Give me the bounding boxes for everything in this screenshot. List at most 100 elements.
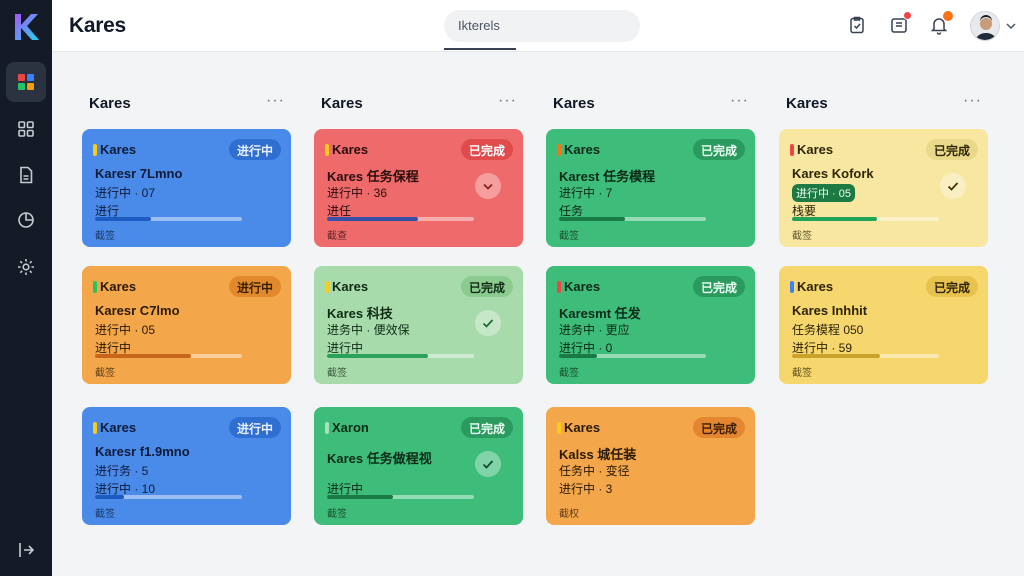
card-footer: 截签 bbox=[95, 368, 115, 379]
card-marker bbox=[325, 280, 329, 293]
nav-settings[interactable] bbox=[6, 247, 46, 287]
card-title: Kares bbox=[564, 279, 601, 294]
task-card[interactable]: Kares 已完成 Kares 科技 进务中 · 便效保 进行中 截签 bbox=[314, 266, 523, 384]
search-input[interactable]: Ikterels bbox=[444, 10, 640, 42]
app-logo-icon[interactable] bbox=[12, 12, 40, 42]
complete-check-button[interactable] bbox=[475, 451, 501, 477]
status-badge: 已完成 bbox=[925, 139, 978, 160]
nav-reports[interactable] bbox=[6, 200, 46, 240]
nav-dashboard[interactable] bbox=[6, 62, 46, 102]
card-meta: 进务中 · 更应 bbox=[559, 323, 630, 337]
progress-fill bbox=[95, 354, 191, 358]
card-footer: 截签 bbox=[95, 509, 115, 520]
card-meta: 进行中 · 05 bbox=[95, 323, 156, 337]
document-icon bbox=[20, 166, 33, 184]
progress-fill bbox=[559, 354, 598, 358]
card-marker bbox=[790, 280, 794, 293]
task-card[interactable]: Kares 进行中 Karesr 7Lmno 进行中 · 07 进行 截签 bbox=[82, 129, 291, 247]
card-marker bbox=[93, 143, 97, 156]
complete-check-button[interactable] bbox=[475, 173, 501, 199]
progress-fill bbox=[327, 217, 419, 221]
notifications-button[interactable] bbox=[926, 10, 954, 38]
task-card[interactable]: Kares 已完成 Kares Kofork 进行中 · 05 栈要 截签 bbox=[779, 129, 988, 247]
card-heading: Karesr f1.9mno bbox=[95, 444, 190, 459]
card-marker bbox=[325, 421, 329, 434]
progress-bar bbox=[559, 217, 706, 221]
inbox-button[interactable] bbox=[886, 11, 912, 38]
card-marker bbox=[93, 421, 97, 434]
task-card[interactable]: Kares 已完成 Kalss 城任装 任务中 · 变径 进行中 · 3 截权 bbox=[546, 407, 755, 525]
notification-badge bbox=[942, 10, 954, 22]
card-title: Kares bbox=[332, 279, 369, 294]
task-card[interactable]: Kares 已完成 Karest 任务模程 进行中 · 7 任务 截签 bbox=[546, 129, 755, 247]
sidebar bbox=[0, 0, 52, 576]
card-title: Kares bbox=[332, 142, 369, 157]
task-card[interactable]: Kares 进行中 Karesr f1.9mno 进行务 · 5 进行中 · 1… bbox=[82, 407, 291, 525]
card-meta: 进行中 · 07 bbox=[95, 186, 156, 200]
progress-fill bbox=[95, 217, 151, 221]
card-footer: 截签 bbox=[95, 231, 115, 242]
progress-fill bbox=[792, 354, 881, 358]
status-badge: 已完成 bbox=[692, 276, 745, 297]
progress-fill bbox=[95, 495, 125, 499]
task-card[interactable]: Kares 进行中 Karesr C7lmo 进行中 · 05 进行中 截签 bbox=[82, 266, 291, 384]
column-title: Kares bbox=[786, 95, 828, 112]
checkmark-icon bbox=[947, 182, 959, 191]
progress-bar bbox=[792, 354, 939, 358]
progress-bar bbox=[95, 354, 242, 358]
status-badge: 进行中 bbox=[228, 417, 281, 438]
task-card[interactable]: Kares 已完成 Kares Inhhit 任务模程 050 进行中 · 59… bbox=[779, 266, 988, 384]
status-badge: 已完成 bbox=[460, 139, 513, 160]
column-more-button[interactable]: ··· bbox=[266, 92, 285, 110]
status-pill: 进行中 · 05 bbox=[792, 184, 856, 202]
card-title: Kares bbox=[100, 420, 137, 435]
column-more-button[interactable]: ··· bbox=[963, 92, 982, 110]
card-footer: 截签 bbox=[327, 368, 347, 379]
complete-check-button[interactable] bbox=[940, 173, 966, 199]
card-footer: 截签 bbox=[559, 231, 579, 242]
progress-bar bbox=[327, 217, 474, 221]
card-heading: Kalss 城任装 bbox=[559, 447, 637, 462]
column-title: Kares bbox=[321, 95, 363, 112]
card-marker bbox=[790, 143, 794, 156]
column-more-button[interactable]: ··· bbox=[498, 92, 517, 110]
task-card[interactable]: Xaron 已完成 Kares 任务做程视 进行中 截签 bbox=[314, 407, 523, 525]
card-heading: Karesr C7lmo bbox=[95, 303, 180, 318]
column-more-button[interactable]: ··· bbox=[730, 92, 749, 110]
task-card[interactable]: Kares 已完成 Karesmt 任发 进务中 · 更应 进行中 · 0 截签 bbox=[546, 266, 755, 384]
card-title: Kares bbox=[100, 142, 137, 157]
status-badge: 已完成 bbox=[460, 417, 513, 438]
card-heading: Kares Inhhit bbox=[792, 303, 868, 318]
top-bar: Kares Ikterels bbox=[52, 0, 1024, 52]
nav-documents[interactable] bbox=[6, 155, 46, 195]
card-marker bbox=[557, 143, 561, 156]
progress-bar bbox=[327, 495, 474, 499]
card-status-text: 进行中 · 3 bbox=[559, 482, 613, 496]
checkmark-icon bbox=[482, 460, 494, 469]
progress-fill bbox=[792, 217, 878, 221]
checkmark-icon bbox=[482, 319, 494, 328]
card-marker bbox=[557, 280, 561, 293]
pie-chart-icon bbox=[18, 212, 34, 228]
card-heading: Karesmt 任发 bbox=[559, 306, 641, 321]
card-heading: Kares 任务做程视 bbox=[327, 451, 432, 466]
card-meta: 任务模程 050 bbox=[792, 323, 864, 337]
task-card[interactable]: Kares 已完成 Kares 任务保程 进行中 · 36 进任 截查 bbox=[314, 129, 523, 247]
card-title: Kares bbox=[797, 142, 834, 157]
page-title: Kares bbox=[69, 14, 126, 37]
clipboard-button[interactable] bbox=[844, 12, 870, 38]
column-title: Kares bbox=[553, 95, 595, 112]
progress-bar bbox=[792, 217, 939, 221]
complete-check-button[interactable] bbox=[475, 310, 501, 336]
card-title: Kares bbox=[564, 142, 601, 157]
card-title: Kares bbox=[564, 420, 601, 435]
nav-boards[interactable] bbox=[6, 109, 46, 149]
status-badge: 已完成 bbox=[692, 417, 745, 438]
chevron-down-icon[interactable] bbox=[1006, 22, 1016, 30]
logout-icon[interactable] bbox=[16, 540, 36, 560]
card-meta: 进务中 · 便效保 bbox=[327, 323, 410, 337]
card-meta: 进行务 · 5 bbox=[95, 464, 149, 478]
avatar[interactable] bbox=[970, 11, 1000, 41]
card-marker bbox=[557, 421, 561, 434]
card-marker bbox=[93, 280, 97, 293]
